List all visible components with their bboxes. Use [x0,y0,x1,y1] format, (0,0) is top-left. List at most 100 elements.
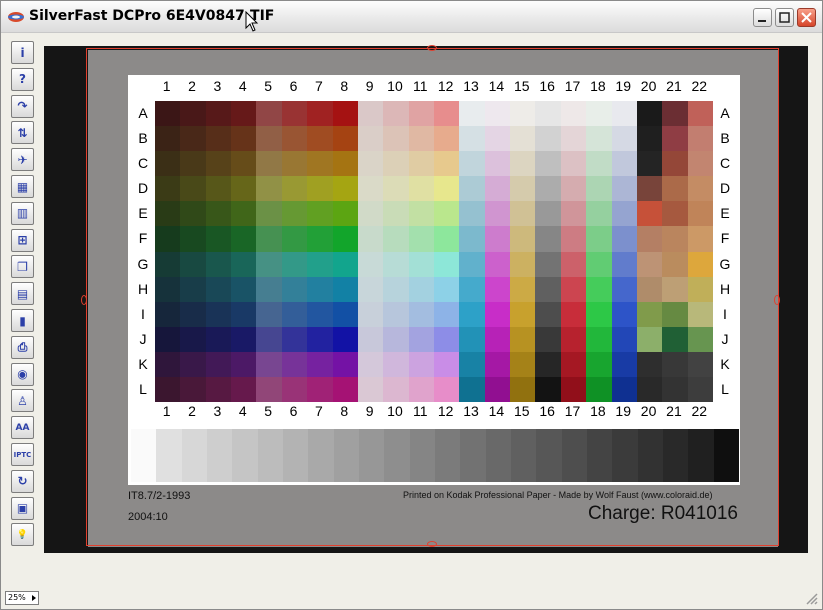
color-patch [662,251,689,278]
row-letter: D [137,180,149,197]
tool-info-button[interactable]: i [11,41,34,64]
color-patch [408,176,435,202]
color-patch [484,326,511,353]
color-patch [307,176,334,202]
color-patch [281,126,308,152]
color-patch [662,126,689,152]
column-number: 9 [365,78,374,94]
color-patch [408,126,435,152]
color-patch [231,301,257,328]
column-number: 5 [264,403,273,419]
color-patch [408,376,435,403]
color-patch [560,351,587,378]
column-number: 10 [387,403,403,419]
color-patch [307,126,334,152]
column-number: 8 [340,78,349,94]
color-patch [307,101,334,127]
color-patch [636,151,663,177]
standard-label: IT8.7/2-1993 [128,490,191,502]
row-letter: B [138,130,148,147]
tool-preview-eye-button[interactable]: ◉ [11,362,34,386]
tool-densitometer-button[interactable]: ▮ [11,309,34,332]
gray-step [207,429,233,482]
color-patch [459,176,486,202]
color-patch [256,251,283,278]
column-number: 22 [691,403,708,419]
color-patch [484,301,511,328]
tool-color-grid-button[interactable]: ▦ [11,175,34,198]
histogram-icon: ▥ [16,206,29,221]
iptc-icon: IPTC [13,450,32,459]
maximize-button[interactable] [775,8,794,27]
color-patch [155,101,181,127]
color-patch [180,126,207,152]
column-number: 22 [691,78,708,94]
color-patch [231,351,257,378]
column-number: 13 [463,78,479,94]
zoom-dropdown[interactable]: 25% [5,591,39,605]
row-letter: E [720,205,730,222]
resize-grip-icon[interactable] [804,591,818,605]
tool-joystick-button[interactable]: ♙ [11,389,34,413]
tool-copy-frames-button[interactable]: ❐ [11,255,34,279]
row-letters-left: ABCDEFGHIJKL [131,101,155,402]
tool-add-frame-button[interactable]: ⊞ [11,228,34,252]
tool-rotate-button[interactable]: ↷ [11,94,34,118]
color-patch [510,376,536,403]
color-patch [459,101,486,127]
row-letter: I [141,305,145,322]
color-patch [687,101,714,127]
color-patch [281,251,308,278]
color-patch [357,151,384,177]
color-patch [256,101,283,127]
color-patch [180,351,207,378]
close-button[interactable] [797,8,816,27]
color-patch [180,201,207,227]
tool-flip-button[interactable]: ⇅ [11,121,34,145]
tool-histogram-button[interactable]: ▥ [11,201,34,225]
column-number: 12 [437,403,454,419]
tool-tips-button[interactable]: 💡 [11,523,34,547]
minimize-button[interactable] [753,8,772,27]
column-number: 8 [340,403,349,419]
row-letter: K [720,355,730,372]
color-patch [535,151,562,177]
tool-print-button[interactable]: ⎙ [11,335,34,359]
tool-pilot-button[interactable]: ✈ [11,148,34,172]
refresh-icon: ↻ [17,474,28,489]
row-letter: B [720,130,730,147]
row-letter: L [721,380,729,397]
color-patch [332,201,359,227]
tool-aa-cc-button[interactable]: AA [11,416,34,440]
color-patch [459,201,486,227]
color-patch [484,201,511,227]
color-patch [662,201,689,227]
tool-refresh-button[interactable]: ↻ [11,469,34,493]
tool-sidebar: i? ↷ ⇅ ✈ ▦ ▥ ⊞ ❐ ▤ ▮ ⎙ ◉ ♙ AA IPTC ↻ ▣ 💡 [9,41,37,547]
gray-step [409,429,436,482]
color-patch [662,276,689,303]
color-patch [611,351,638,378]
title-bar[interactable]: SilverFast DCPro 6E4V0847.TIF [1,1,822,33]
tool-gradation-button[interactable]: ▤ [11,282,34,306]
column-number: 16 [539,403,555,419]
color-patch [357,176,384,202]
print-icon: ⎙ [17,339,28,354]
color-patch [256,201,283,227]
tool-iptc-button[interactable]: IPTC [11,443,34,466]
column-number: 21 [666,403,682,419]
gray-scale-strip [131,429,740,482]
tool-help-button[interactable]: ? [11,67,34,91]
printed-on-label: Printed on Kodak Professional Paper - Ma… [403,490,713,500]
color-patch [611,251,638,278]
gray-step [713,429,740,482]
color-patch [611,376,638,403]
tool-job-manager-button[interactable]: ▣ [11,496,34,520]
column-number: 16 [539,78,555,94]
color-patch [231,126,257,152]
color-patch [307,201,334,227]
column-number: 17 [564,78,581,94]
color-patch [357,276,384,303]
color-patch [636,201,663,227]
color-patch [383,351,410,378]
